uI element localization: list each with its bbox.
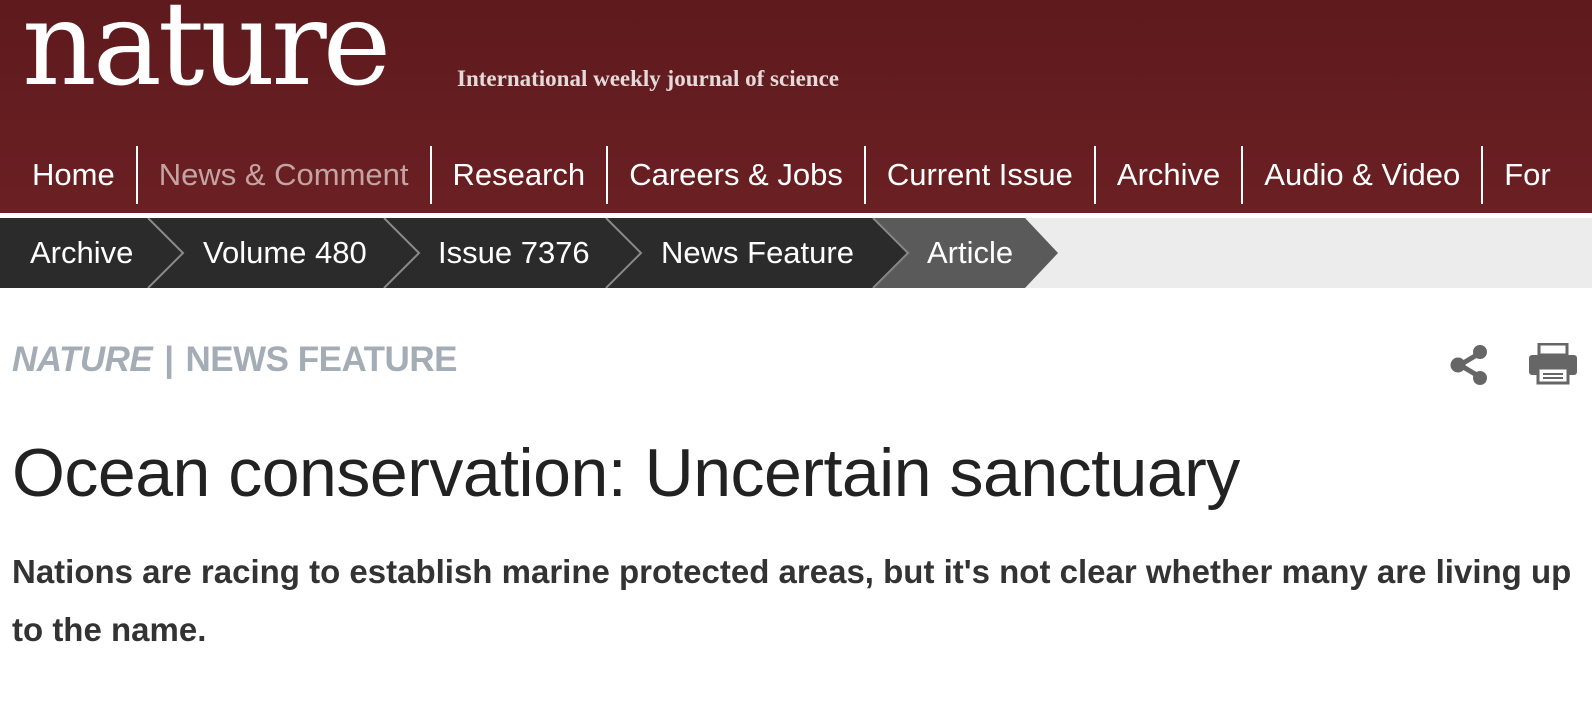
breadcrumb: Archive Volume 480 Issue 7376 News Featu…: [0, 218, 1060, 288]
nav-item-home[interactable]: Home: [0, 146, 136, 204]
nav-item-research[interactable]: Research: [429, 146, 607, 204]
nav-item-careers-jobs[interactable]: Careers & Jobs: [606, 146, 864, 204]
print-icon[interactable]: [1527, 343, 1577, 385]
journal-name[interactable]: NATURE: [12, 340, 153, 379]
masthead: nature International weekly journal of s…: [0, 0, 1592, 213]
breadcrumb-news-feature[interactable]: News Feature: [661, 218, 854, 288]
breadcrumb-archive[interactable]: Archive: [30, 218, 133, 288]
article-title: Ocean conservation: Uncertain sanctuary: [12, 435, 1240, 511]
journal-tagline: International weekly journal of science: [457, 66, 840, 91]
nav-item-for[interactable]: For: [1481, 146, 1572, 204]
nav-item-archive[interactable]: Archive: [1093, 146, 1241, 204]
breadcrumb-issue[interactable]: Issue 7376: [438, 218, 590, 288]
article-section[interactable]: NEWS FEATURE: [186, 340, 458, 379]
article-kicker: NATURE | NEWS FEATURE: [12, 340, 457, 380]
nature-logo[interactable]: nature: [22, 0, 391, 103]
breadcrumb-volume[interactable]: Volume 480: [203, 218, 367, 288]
breadcrumb-bar: Archive Volume 480 Issue 7376 News Featu…: [0, 218, 1592, 288]
nav-item-news-comment[interactable]: News & Comment: [135, 146, 430, 204]
share-icon[interactable]: [1448, 344, 1490, 386]
kicker-separator: |: [164, 340, 174, 379]
nav-item-audio-video[interactable]: Audio & Video: [1241, 146, 1481, 204]
breadcrumb-article: Article: [927, 235, 1014, 270]
nav-item-current-issue[interactable]: Current Issue: [863, 146, 1094, 204]
main-navigation: Home News & Comment Research Careers & J…: [0, 146, 1592, 204]
article-standfirst: Nations are racing to establish marine p…: [12, 553, 1572, 648]
